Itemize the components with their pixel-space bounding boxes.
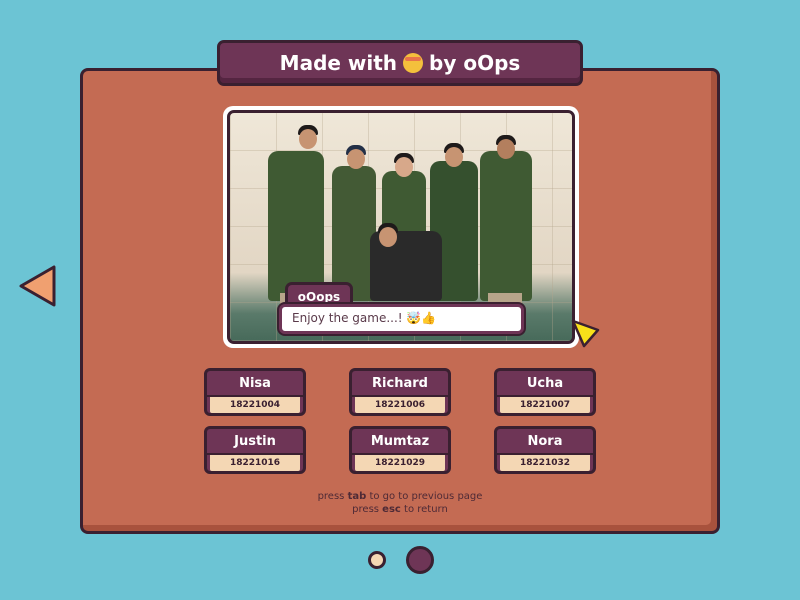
member-id: 18221016 bbox=[210, 455, 300, 471]
member-id: 18221007 bbox=[500, 397, 590, 413]
member-id: 18221029 bbox=[355, 455, 445, 471]
member-name: Ucha bbox=[497, 371, 593, 397]
member-id: 18221006 bbox=[355, 397, 445, 413]
hint-esc: press esc to return bbox=[0, 504, 800, 515]
hint-key-tab: tab bbox=[347, 491, 367, 502]
page-dot-2-active[interactable] bbox=[406, 546, 434, 574]
page-dot-1[interactable] bbox=[368, 551, 386, 569]
prev-page-arrow-icon[interactable] bbox=[18, 264, 58, 308]
hint-text: press bbox=[352, 504, 379, 515]
credits-title: Made with by oOps bbox=[217, 40, 583, 86]
member-id: 18221004 bbox=[210, 397, 300, 413]
title-prefix: Made with bbox=[279, 51, 398, 75]
member-name: Nora bbox=[497, 429, 593, 455]
hint-text: to return bbox=[404, 504, 448, 515]
hint-key-esc: esc bbox=[382, 504, 401, 515]
title-suffix: by oOps bbox=[429, 51, 521, 75]
member-id: 18221032 bbox=[500, 455, 590, 471]
chat-speaker: oOops bbox=[297, 289, 341, 304]
member-card-nora: Nora 18221032 bbox=[494, 426, 596, 474]
member-card-justin: Justin 18221016 bbox=[204, 426, 306, 474]
member-card-ucha: Ucha 18221007 bbox=[494, 368, 596, 416]
pointer-cursor-icon bbox=[571, 319, 600, 348]
mind-blown-icon bbox=[403, 53, 424, 73]
member-name: Mumtaz bbox=[352, 429, 448, 455]
chat-message: Enjoy the game...! 🤯👍 bbox=[292, 311, 437, 325]
hint-text: press bbox=[317, 491, 345, 502]
member-name: Nisa bbox=[207, 371, 303, 397]
member-name: Richard bbox=[352, 371, 448, 397]
hint-tab: press tab to go to previous page bbox=[0, 491, 800, 502]
member-card-mumtaz: Mumtaz 18221029 bbox=[349, 426, 451, 474]
chat-message-box: Enjoy the game...! 🤯👍 bbox=[279, 304, 524, 334]
member-name: Justin bbox=[207, 429, 303, 455]
hint-text: to go to previous page bbox=[369, 491, 483, 502]
member-card-nisa: Nisa 18221004 bbox=[204, 368, 306, 416]
member-card-richard: Richard 18221006 bbox=[349, 368, 451, 416]
